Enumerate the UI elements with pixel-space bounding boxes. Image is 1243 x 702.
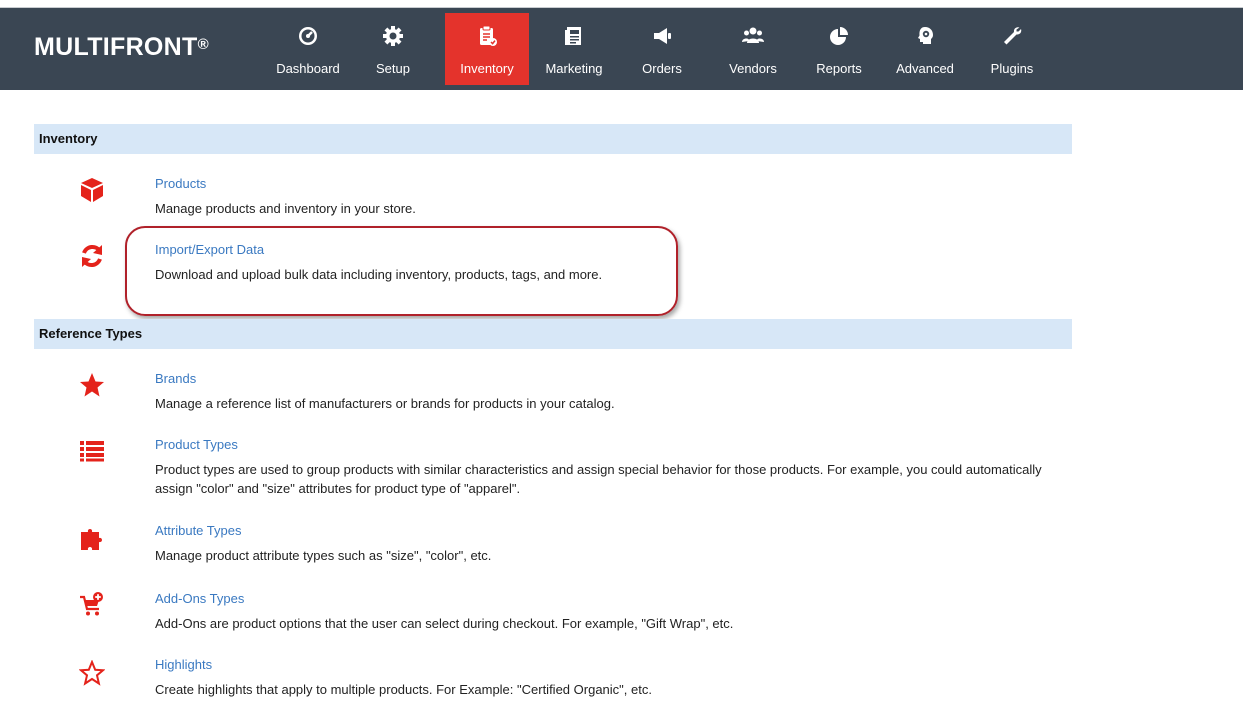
star-outline-icon (78, 659, 106, 687)
attribute-types-description: Manage product attribute types such as "… (155, 548, 492, 563)
nav-label: Orders (642, 61, 682, 76)
product-types-link[interactable]: Product Types (155, 437, 238, 452)
gear-icon (366, 25, 420, 47)
nav-label: Vendors (729, 61, 777, 76)
nav-label: Inventory (460, 61, 514, 76)
list-icon (78, 437, 106, 465)
nav-advanced[interactable]: Advanced (886, 13, 964, 85)
nav-label: Reports (816, 61, 862, 76)
nav-label: Advanced (896, 61, 954, 76)
nav-label: Plugins (990, 61, 1034, 76)
products-link[interactable]: Products (155, 176, 206, 191)
top-strip (0, 0, 1243, 7)
top-navigation-bar: MULTIFRONT® Dashboard Setup Inventory Ma… (0, 7, 1243, 90)
attribute-types-link[interactable]: Attribute Types (155, 523, 241, 538)
cart-add-icon (78, 591, 106, 619)
nav-dashboard[interactable]: Dashboard (262, 13, 354, 85)
add-ons-types-link[interactable]: Add-Ons Types (155, 591, 244, 606)
megaphone-icon (634, 25, 690, 47)
nav-label: Marketing (545, 61, 603, 76)
brands-description: Manage a reference list of manufacturers… (155, 396, 615, 411)
annotation-highlight-box (125, 226, 678, 316)
logo-text: MULTIFRONT (34, 33, 198, 61)
refresh-icon (78, 242, 106, 270)
section-header-reference-types: Reference Types (34, 319, 1072, 349)
nav-inventory[interactable]: Inventory (445, 13, 529, 85)
dashboard-gauge-icon (262, 25, 354, 47)
registered-mark: ® (197, 36, 209, 53)
nav-label: Setup (376, 61, 410, 76)
wrench-icon (982, 25, 1042, 47)
cube-icon (78, 176, 106, 204)
app-logo[interactable]: MULTIFRONT® (34, 33, 209, 62)
nav-marketing[interactable]: Marketing (537, 13, 611, 85)
puzzle-icon (78, 525, 106, 553)
nav-orders[interactable]: Orders (634, 13, 690, 85)
nav-reports[interactable]: Reports (810, 13, 868, 85)
nav-label: Dashboard (276, 61, 340, 76)
star-icon (78, 371, 106, 399)
product-types-description: Product types are used to group products… (155, 462, 1042, 496)
head-gear-icon (886, 25, 964, 47)
users-icon (722, 25, 784, 47)
clipboard-check-icon (445, 25, 529, 47)
nav-setup[interactable]: Setup (366, 13, 420, 85)
pie-chart-icon (810, 25, 868, 47)
highlights-link[interactable]: Highlights (155, 657, 212, 672)
section-header-inventory: Inventory (34, 124, 1072, 154)
newspaper-icon (537, 25, 611, 47)
products-description: Manage products and inventory in your st… (155, 201, 416, 216)
highlights-description: Create highlights that apply to multiple… (155, 682, 652, 697)
nav-plugins[interactable]: Plugins (982, 13, 1042, 85)
add-ons-types-description: Add-Ons are product options that the use… (155, 616, 734, 631)
brands-link[interactable]: Brands (155, 371, 196, 386)
nav-vendors[interactable]: Vendors (722, 13, 784, 85)
